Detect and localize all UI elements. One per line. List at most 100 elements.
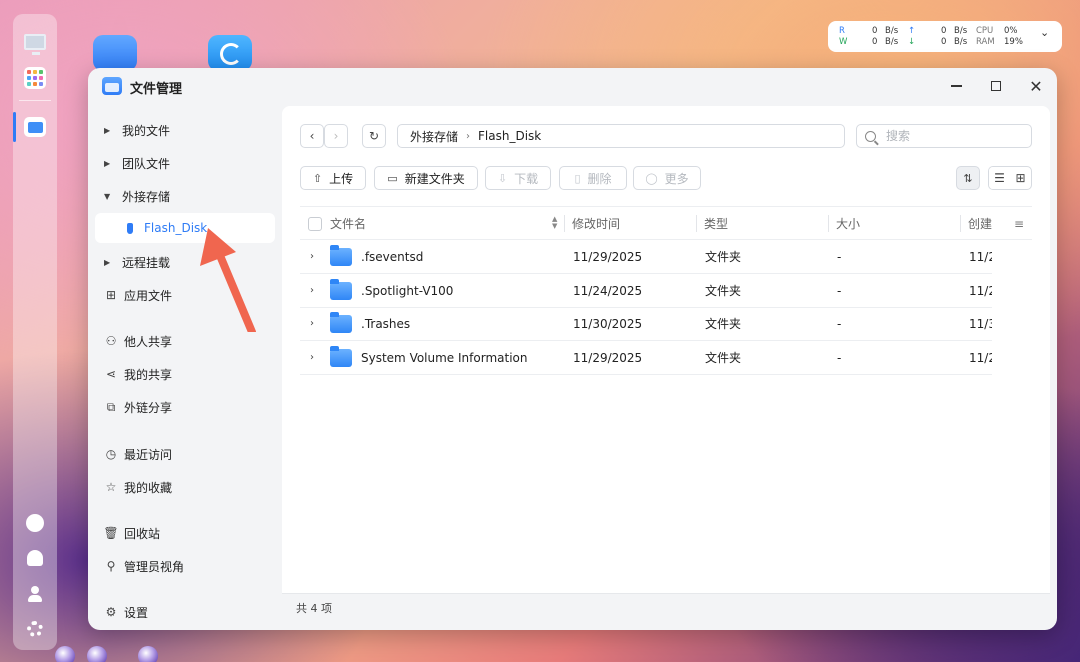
desktop-sync-icon[interactable] [208,35,252,71]
sort-button[interactable]: ⇅ [956,166,980,190]
bell-icon[interactable] [23,546,47,570]
chevron-left-icon: ‹ [309,129,315,143]
people-icon: ⚇ [105,334,117,348]
table-row[interactable]: › .Trashes 11/30/2025 文件夹 - 11/3 [300,307,992,341]
external-link-icon: ⧉ [106,399,116,414]
gear-icon[interactable] [23,617,47,641]
column-header-modified[interactable]: 修改时间 [572,207,620,240]
ram-label: RAM [976,37,995,47]
sidebar-item-admin-view[interactable]: ⚲ 管理员视角 [95,551,275,581]
list-icon: ☰ [994,171,1005,185]
download-speed: 0 [941,37,947,47]
caret-down-icon[interactable]: ▼ [104,192,118,201]
system-monitor-widget: R W 0 B/s 0 B/s ↑ ↓ 0 B/s 0 B/s CPU RAM … [828,21,1062,52]
write-unit: B/s [885,37,899,47]
window-title: 文件管理 [130,82,183,97]
caret-right-icon[interactable]: ▶ [104,126,118,135]
trash-icon: ▯ [574,171,581,185]
sidebar-item-label: 我的文件 [122,123,171,138]
refresh-button[interactable]: ↻ [362,124,386,148]
read-unit: B/s [885,26,899,36]
expand-icon[interactable]: › [310,240,320,273]
sidebar-item-link-shares[interactable]: ⧉ 外链分享 [95,392,275,422]
back-button[interactable]: ‹ [300,124,324,148]
desktop-monitor-icon[interactable] [23,30,47,55]
sidebar-item-favorites[interactable]: ☆ 我的收藏 [95,472,275,502]
forward-button[interactable]: › [324,124,348,148]
file-type: 文件夹 [705,317,742,331]
user-icon[interactable] [23,582,47,606]
more-icon: ◯ [645,171,658,185]
list-view-button[interactable]: ☰ [989,167,1010,189]
table-row[interactable]: › .Spotlight-V100 11/24/2025 文件夹 - 11/2 [300,274,992,308]
column-settings-icon[interactable]: ≡ [1014,217,1024,231]
breadcrumb-segment[interactable]: Flash_Disk [478,129,541,143]
upload-unit: B/s [954,26,968,36]
file-manager-app-icon [102,77,122,95]
file-name[interactable]: .Spotlight-V100 [361,274,453,307]
column-header-type[interactable]: 类型 [704,207,728,240]
read-speed: 0 [872,26,878,36]
table-row[interactable]: › System Volume Information 11/29/2025 文… [300,341,992,375]
grid-view-button[interactable]: ⊞ [1010,167,1031,189]
expand-icon[interactable]: › [310,341,320,374]
file-name[interactable]: .Trashes [361,307,410,340]
gear-icon: ⚙ [105,605,117,619]
file-size: - [837,249,842,264]
table-row[interactable]: › .fseventsd 11/29/2025 文件夹 - 11/2 [300,240,992,274]
new-folder-button[interactable]: ▭ 新建文件夹 [374,166,478,190]
desktop-folder-icon[interactable] [93,35,137,71]
upload-icon: ⇧ [312,171,323,185]
sidebar-item-recent[interactable]: ◷ 最近访问 [95,439,275,469]
search-input[interactable] [886,129,1026,143]
sidebar-item-team-files[interactable]: ▶ 团队文件 [95,148,275,178]
item-count: 共 4 项 [296,602,332,615]
download-icon: ⇩ [497,171,508,185]
cpu-label: CPU [976,26,994,36]
column-header-size[interactable]: 大小 [836,207,860,240]
cpu-value: 0% [1004,26,1018,36]
search-field[interactable] [856,124,1032,148]
chevron-right-icon: › [333,129,339,143]
close-button[interactable]: ✕ [1026,76,1046,96]
sidebar-item-settings[interactable]: ⚙ 设置 [95,597,275,627]
sidebar-item-label: 回收站 [124,526,161,541]
more-button[interactable]: ◯ 更多 [633,166,701,190]
file-size: - [837,283,842,298]
maximize-button[interactable] [986,76,1006,96]
file-manager-dock-icon[interactable] [23,115,47,139]
expand-icon[interactable]: › [310,307,320,340]
folder-icon [330,307,352,340]
app-center-icon[interactable] [23,66,47,90]
activity-icon[interactable] [23,511,47,535]
sidebar-item-my-files[interactable]: ▶ 我的文件 [95,115,275,145]
sidebar-item-label: 设置 [124,605,149,620]
sort-arrows-icon[interactable]: ▲ ▼ [552,216,557,230]
caret-right-icon[interactable]: ▶ [104,159,118,168]
breadcrumb[interactable]: 外接存储 › Flash_Disk [397,124,845,148]
upload-button[interactable]: ⇧ 上传 [300,166,366,190]
chevron-down-icon[interactable]: ⌄ [1040,27,1049,38]
sidebar-item-my-shares[interactable]: ⋖ 我的共享 [95,359,275,389]
expand-icon[interactable]: › [310,274,320,307]
decorative-bubble [138,646,158,662]
sort-icon: ⇅ [963,171,973,185]
select-all-checkbox[interactable] [308,207,322,240]
admin-user-icon: ⚲ [106,559,116,573]
grid-icon: ⊞ [105,288,117,302]
file-modified: 11/24/2025 [573,283,643,298]
sidebar-item-external-storage[interactable]: ▼ 外接存储 [95,181,275,211]
delete-button[interactable]: ▯ 删除 [559,166,627,190]
download-button[interactable]: ⇩ 下载 [485,166,551,190]
sidebar-item-recycle-bin[interactable]: 🗑 回收站 [95,518,275,548]
file-name[interactable]: .fseventsd [361,240,423,273]
status-bar: 共 4 项 [282,593,1050,622]
minimize-button[interactable] [946,76,966,96]
file-name[interactable]: System Volume Information [361,341,527,374]
folder-icon [330,240,352,273]
column-header-name[interactable]: 文件名 [330,207,366,240]
column-header-created[interactable]: 创建 [968,207,994,240]
caret-right-icon[interactable]: ▶ [104,258,118,267]
file-list-panel: ‹ › ↻ 外接存储 › Flash_Disk ⇧ 上传 ▭ 新建文件夹 ⇩ 下… [282,106,1050,622]
breadcrumb-segment[interactable]: 外接存储 [410,128,458,145]
